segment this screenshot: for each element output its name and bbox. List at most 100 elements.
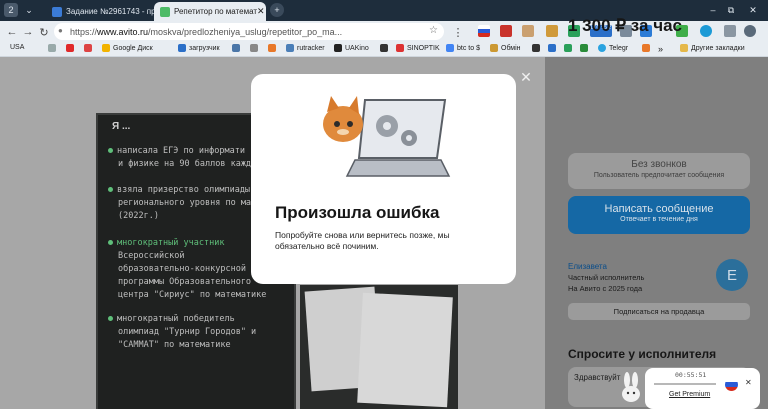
- blackboard-text: образовательно-конкурсной: [118, 264, 246, 274]
- get-premium-link[interactable]: Get Premium: [669, 391, 710, 398]
- extension-icon[interactable]: [546, 25, 558, 37]
- bookmark-rutracker[interactable]: rutracker: [286, 44, 325, 52]
- extension-icon[interactable]: [522, 25, 534, 37]
- bookmark-label: Обмін: [501, 44, 521, 52]
- globe-icon: [48, 44, 56, 52]
- player-time: 00:55:51: [675, 371, 707, 379]
- bookmark-label: Telegr: [609, 44, 629, 52]
- bookmark-icon-only[interactable]: [84, 44, 95, 52]
- modal-close-icon[interactable]: ✕: [519, 70, 533, 84]
- blackboard-line: и физике на 90 баллов кажды: [118, 159, 256, 169]
- menu-dots-icon[interactable]: ⋮: [450, 24, 466, 40]
- tab-list-chevron-icon[interactable]: ⌄: [22, 3, 36, 17]
- bookmark-favicon-icon: [250, 44, 258, 52]
- bookmark-telegram[interactable]: Telegr: [598, 44, 628, 52]
- minimize-button[interactable]: –: [704, 3, 722, 17]
- ask-seller-title: Спросите у исполнителя: [568, 347, 717, 361]
- blackboard-text: многократный участник: [117, 238, 225, 248]
- bookmark-favicon-icon: [396, 44, 404, 52]
- bookmark-favicon-icon: [532, 44, 540, 52]
- bookmark-icon-only[interactable]: [642, 44, 653, 52]
- back-arrow-icon[interactable]: ←: [4, 24, 20, 40]
- blackboard-title: Я ...: [112, 121, 131, 132]
- workspace-badge[interactable]: 2: [4, 3, 18, 17]
- write-message-button[interactable]: Написать сообщение Отвечает в течение дн…: [568, 196, 750, 234]
- new-tab-button[interactable]: +: [270, 3, 284, 17]
- seller-avatar[interactable]: E: [716, 259, 748, 291]
- vk-icon: [232, 44, 240, 52]
- bookmark-label: SINOPTIK: [407, 44, 440, 52]
- bookmark-loader[interactable]: загрузчик: [178, 44, 220, 52]
- seller-name-link[interactable]: Елизавета: [568, 262, 607, 271]
- extension-icon[interactable]: [700, 25, 712, 37]
- blackboard-text: и физике на 90 баллов кажды: [118, 159, 257, 169]
- bookmark-favicon-icon: [548, 44, 556, 52]
- bookmark-icon-only[interactable]: [380, 44, 391, 52]
- other-bookmarks-folder[interactable]: Другие закладки: [680, 44, 745, 52]
- bookmark-icon-only[interactable]: [250, 44, 261, 52]
- blackboard-line: Всероссийской: [118, 251, 185, 261]
- bookmark-icon-only[interactable]: [66, 44, 77, 52]
- blackboard-text: центра "Сириус" по математике: [118, 290, 267, 300]
- forward-arrow-icon[interactable]: →: [20, 24, 36, 40]
- subscribe-button[interactable]: Подписаться на продавца: [568, 303, 750, 320]
- telegram-icon: [598, 44, 606, 52]
- error-message: Попробуйте снова или вернитесь позже, мы…: [275, 230, 450, 251]
- bookmark-favicon-icon: [642, 44, 650, 52]
- bunny-mascot-icon[interactable]: [620, 372, 642, 402]
- address-bar[interactable]: ● https:// www.avito.ru /moskva/predlozh…: [54, 23, 444, 40]
- error-title: Произошла ошибка: [275, 203, 440, 222]
- bookmark-sinoptik[interactable]: SINOPTIK: [396, 44, 440, 52]
- profile-icon[interactable]: [744, 25, 756, 37]
- write-message-sub: Отвечает в течение дня: [620, 216, 698, 223]
- extension-icon[interactable]: [500, 25, 512, 37]
- blackboard-line: многократный участник: [108, 238, 224, 248]
- player-close-icon[interactable]: ✕: [745, 378, 752, 387]
- bookmark-icon-only[interactable]: [548, 44, 559, 52]
- no-calls-button[interactable]: Без звонков Пользователь предпочитает со…: [568, 153, 750, 189]
- russia-flag-extension-icon[interactable]: [478, 25, 490, 37]
- certificate-photo[interactable]: [300, 285, 458, 409]
- bookmark-icon-only[interactable]: [532, 44, 543, 52]
- puzzle-icon[interactable]: [724, 25, 736, 37]
- bookmark-btc[interactable]: btc to $: [446, 44, 480, 52]
- drive-icon: [102, 44, 110, 52]
- bookmark-label: rutracker: [297, 44, 325, 52]
- player-progress-bar[interactable]: [654, 383, 716, 385]
- reload-icon[interactable]: ↻: [36, 24, 52, 40]
- bookmark-favicon-icon: [286, 44, 294, 52]
- ask-seller-text: Здравствуйт: [574, 373, 621, 382]
- bookmark-favicon-icon: [380, 44, 388, 52]
- bookmark-label: USA: [10, 44, 25, 51]
- blackboard-line: "САММАТ" по математике: [118, 340, 231, 350]
- maximize-button[interactable]: ⧉: [722, 3, 740, 17]
- russia-flag-icon[interactable]: [725, 378, 738, 391]
- bookmark-icon-only[interactable]: [580, 44, 591, 52]
- blackboard-text: Всероссийской: [118, 251, 185, 261]
- bookmark-icon-only[interactable]: [564, 44, 575, 52]
- blackboard-text: регионального уровня по мате: [118, 198, 262, 208]
- tab-favicon-icon: [52, 6, 62, 17]
- bookmark-exchange[interactable]: Обмін: [490, 44, 521, 52]
- no-calls-label: Без звонков: [631, 159, 687, 170]
- blackboard-line: олимпиад "Турнир Городов" и: [118, 327, 256, 337]
- certificate-sheet: [357, 292, 453, 408]
- blackboard-text: написала ЕГЭ по информати: [117, 146, 245, 156]
- tab-avito[interactable]: Репетитор по математ ✕: [154, 2, 266, 21]
- blackboard-line: написала ЕГЭ по информати: [108, 146, 245, 156]
- bullet-icon: [108, 187, 113, 192]
- bookmark-icon-only[interactable]: [268, 44, 279, 52]
- more-bookmarks-chevron-icon[interactable]: »: [658, 44, 663, 54]
- blackboard-text: взяла призерство олимпиады В: [117, 185, 261, 195]
- blackboard-line: многократный победитель: [108, 314, 235, 324]
- map-pin-icon: [580, 44, 588, 52]
- bookmark-usa[interactable]: USA: [10, 44, 24, 51]
- cat-laptop-illustration: [323, 96, 451, 177]
- bookmark-icon-only[interactable]: [48, 44, 59, 52]
- bookmark-icon-only[interactable]: [232, 44, 243, 52]
- bookmark-google-drive[interactable]: Google Диск: [102, 44, 153, 52]
- bookmark-uakino[interactable]: UAKino: [334, 44, 369, 52]
- bookmark-star-icon[interactable]: ☆: [429, 25, 438, 36]
- close-window-button[interactable]: ✕: [744, 3, 762, 17]
- tab-close-icon[interactable]: ✕: [257, 6, 265, 17]
